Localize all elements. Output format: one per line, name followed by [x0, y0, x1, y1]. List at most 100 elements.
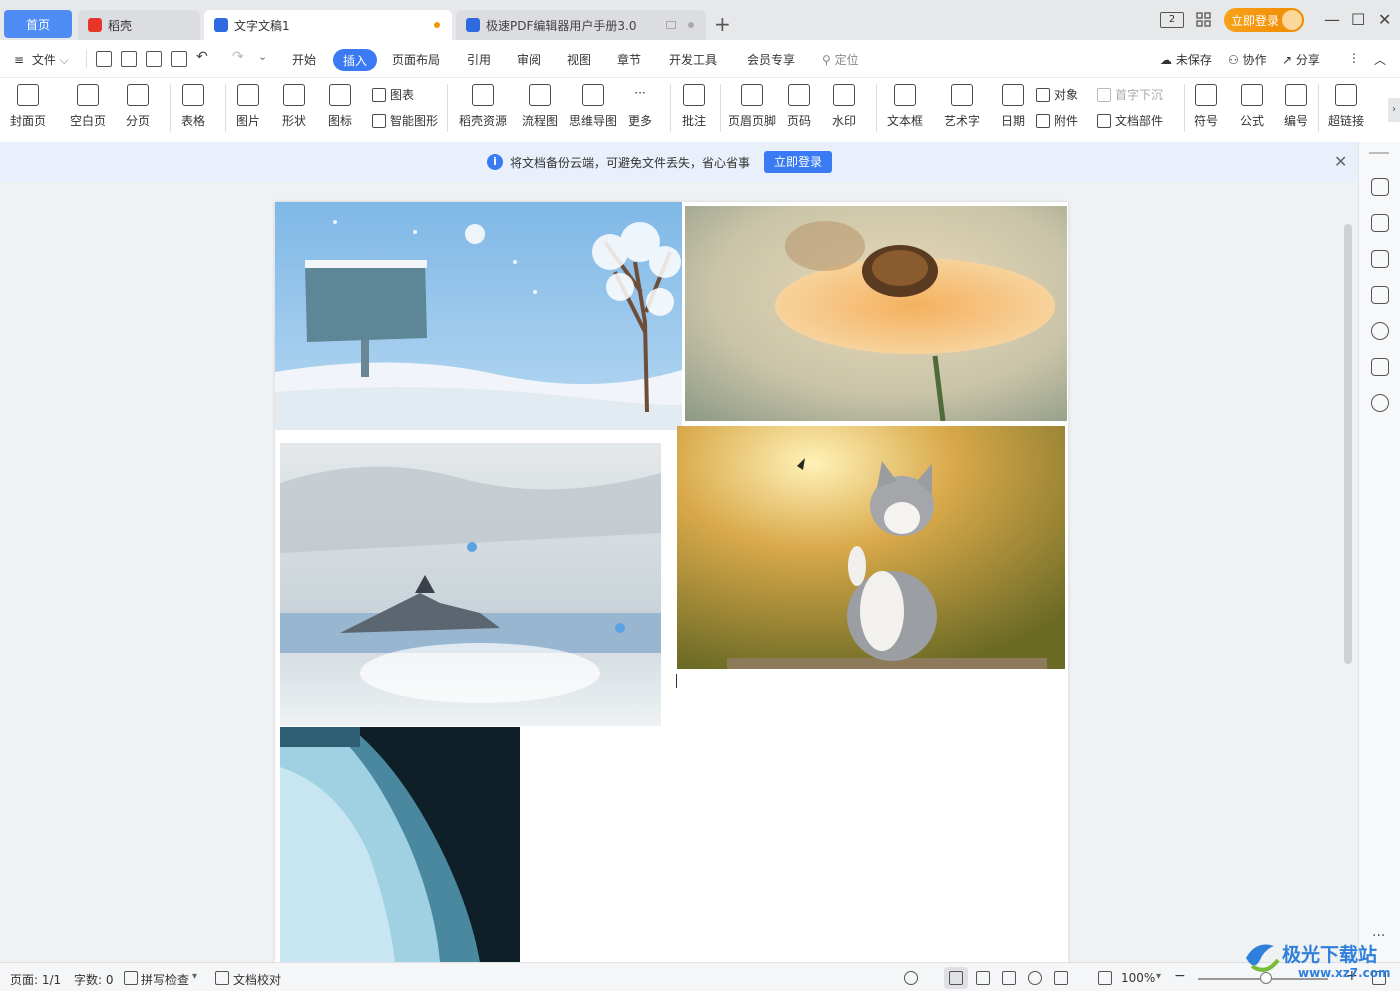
smartart-button[interactable]: 智能图形: [372, 112, 438, 129]
web-view-icon[interactable]: [1028, 971, 1042, 985]
cursor-icon[interactable]: [1371, 250, 1389, 268]
page-number-button[interactable]: 页码: [787, 84, 811, 129]
page-break-button[interactable]: 分页: [126, 84, 150, 129]
write-mode-icon[interactable]: [1054, 971, 1068, 985]
maximize-button[interactable]: ☐: [1351, 10, 1365, 29]
save-icon[interactable]: [96, 51, 112, 67]
minimize-button[interactable]: —: [1324, 10, 1340, 29]
object-button[interactable]: 对象: [1036, 86, 1078, 103]
waterfall-image[interactable]: [280, 727, 520, 962]
help-icon[interactable]: [1371, 322, 1389, 340]
apps-grid-icon[interactable]: [1196, 12, 1212, 28]
menu-insert[interactable]: 插入: [333, 49, 377, 71]
page-view-icon[interactable]: [949, 971, 963, 985]
page-layout-icon[interactable]: 2: [1160, 12, 1184, 28]
collapse-ribbon-icon[interactable]: ︿: [1374, 51, 1386, 68]
flowchart-button[interactable]: 流程图: [522, 84, 558, 129]
shape-button[interactable]: 形状: [282, 84, 306, 129]
tab-document[interactable]: 文字文稿1: [204, 10, 452, 40]
backup-icon[interactable]: [1371, 358, 1389, 376]
outline-view-icon[interactable]: [976, 971, 990, 985]
symbol-button[interactable]: 符号: [1194, 84, 1218, 129]
wordart-button[interactable]: 艺术字: [944, 84, 980, 129]
chart-button[interactable]: 图表: [372, 86, 414, 103]
winter-signpost-image[interactable]: [275, 202, 682, 430]
locate-search[interactable]: ⚲ 定位: [822, 51, 859, 68]
mindmap-button[interactable]: 思维导图: [569, 84, 617, 129]
page-indicator[interactable]: 页面: 1/1: [10, 971, 61, 988]
close-window-button[interactable]: ✕: [1378, 10, 1391, 29]
dropcap-button[interactable]: 首字下沉: [1097, 86, 1163, 103]
blank-page-button[interactable]: 空白页: [70, 84, 106, 129]
kitten-image[interactable]: [677, 426, 1065, 669]
lightning-icon[interactable]: [1371, 394, 1389, 412]
document-page[interactable]: [275, 202, 1068, 962]
table-button[interactable]: 表格: [181, 84, 205, 129]
menu-view[interactable]: 视图: [567, 51, 591, 68]
icon-library-button[interactable]: 图标: [328, 84, 352, 129]
vertical-scrollbar[interactable]: [1342, 200, 1354, 940]
tab-home[interactable]: 首页: [4, 10, 72, 38]
file-menu[interactable]: ≡ 文件 ⌵: [14, 51, 69, 68]
more-label: 更多: [628, 114, 653, 128]
tab-daoke[interactable]: 稻壳: [78, 10, 200, 40]
chevron-down-icon[interactable]: ▾: [192, 971, 197, 982]
zoom-level[interactable]: 100%: [1121, 971, 1155, 985]
docpart-button[interactable]: 文档部件: [1097, 112, 1163, 129]
menu-start[interactable]: 开始: [292, 51, 316, 68]
menu-member[interactable]: 会员专享: [747, 51, 795, 68]
date-button[interactable]: 日期: [1001, 84, 1025, 129]
scrollbar-thumb[interactable]: [1344, 224, 1352, 664]
pen-icon[interactable]: [1371, 214, 1389, 232]
rocket-icon[interactable]: [1371, 178, 1389, 196]
zoom-out-button[interactable]: −: [1174, 968, 1186, 984]
header-footer-button[interactable]: 页眉页脚: [728, 84, 776, 129]
formula-button[interactable]: 公式: [1240, 84, 1264, 129]
quick-access-dropdown-icon[interactable]: ⌄: [258, 50, 267, 63]
settings-sliders-icon[interactable]: [1371, 286, 1389, 304]
undo-icon[interactable]: ↶: [196, 49, 208, 65]
menu-developer[interactable]: 开发工具: [669, 51, 717, 68]
close-icon[interactable]: ✕: [1334, 152, 1347, 171]
more-options-icon[interactable]: ⋮: [1348, 51, 1360, 65]
collab-label: 协作: [1242, 53, 1267, 67]
attachment-button[interactable]: 附件: [1036, 112, 1078, 129]
export-pdf-icon[interactable]: [121, 51, 137, 67]
tab-pdf[interactable]: 极速PDF编辑器用户手册3.0: [456, 10, 706, 40]
reading-view-icon[interactable]: [1002, 971, 1016, 985]
print-icon[interactable]: [146, 51, 162, 67]
doc-proof-button[interactable]: 文档校对: [233, 971, 281, 988]
print-preview-icon[interactable]: [171, 51, 187, 67]
word-count[interactable]: 字数: 0: [74, 971, 114, 988]
more-button[interactable]: ··· 更多: [628, 84, 652, 129]
hyperlink-button[interactable]: 超链接: [1328, 84, 1364, 129]
cover-page-button[interactable]: 封面页: [10, 84, 46, 129]
unsaved-status[interactable]: ☁ 未保存: [1160, 51, 1212, 68]
menu-chapter[interactable]: 章节: [617, 51, 641, 68]
menu-page-layout[interactable]: 页面布局: [392, 51, 440, 68]
picture-button[interactable]: 图片: [236, 84, 260, 129]
orange-flower-image[interactable]: [685, 206, 1067, 421]
comment-button[interactable]: 批注: [682, 84, 706, 129]
chevron-down-icon[interactable]: ▾: [1156, 971, 1161, 982]
spell-check-button[interactable]: 拼写检查: [141, 971, 189, 988]
tab-preview-icon[interactable]: [666, 21, 676, 29]
watermark-button[interactable]: 水印: [832, 84, 856, 129]
new-tab-button[interactable]: +: [714, 12, 731, 36]
notice-login-button[interactable]: 立即登录: [764, 151, 832, 173]
ribbon-scroll-right-icon[interactable]: ›: [1388, 98, 1400, 122]
watermark-icon: [833, 84, 855, 106]
share-button[interactable]: ↗ 分享: [1282, 51, 1320, 68]
login-button[interactable]: 立即登录: [1224, 8, 1304, 32]
fit-page-icon[interactable]: [1098, 971, 1112, 985]
ink-landscape-image[interactable]: [280, 443, 661, 726]
eye-protection-icon[interactable]: [904, 971, 918, 985]
redo-icon[interactable]: ↷: [232, 49, 244, 65]
textbox-button[interactable]: 文本框: [887, 84, 923, 129]
daoke-resources-button[interactable]: 稻壳资源: [459, 84, 507, 129]
document-area[interactable]: [0, 182, 1358, 962]
menu-reference[interactable]: 引用: [467, 51, 491, 68]
collab-button[interactable]: ⚇ 协作: [1228, 51, 1267, 68]
menu-review[interactable]: 审阅: [517, 51, 541, 68]
numbering-button[interactable]: 编号: [1284, 84, 1308, 129]
